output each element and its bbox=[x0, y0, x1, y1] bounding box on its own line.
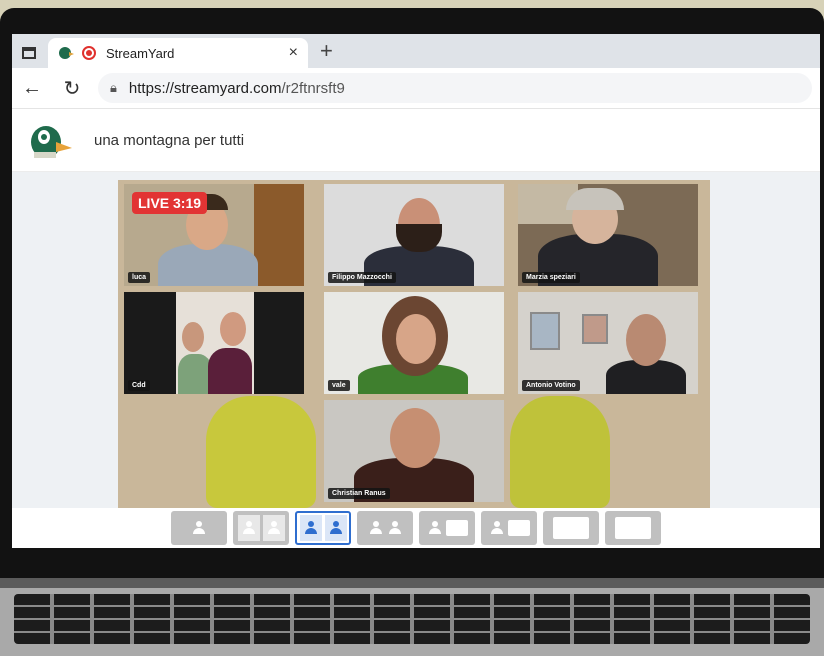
broadcast-title: una montagna per tutti bbox=[94, 131, 245, 149]
lock-icon: 🔒︎ bbox=[110, 80, 117, 95]
url-path: /r2ftnrsft9 bbox=[281, 79, 345, 97]
tab-streamyard[interactable]: StreamYard × bbox=[48, 38, 308, 68]
person-icon bbox=[262, 515, 285, 541]
screen-icon bbox=[445, 520, 468, 536]
laptop-keyboard bbox=[0, 588, 824, 656]
layout-screen-only-button[interactable] bbox=[605, 511, 661, 545]
browser-window: StreamYard × + ← ↻ 🔒︎ https://streamyard… bbox=[12, 34, 820, 548]
duck-favicon-icon bbox=[59, 47, 74, 59]
participant-name: Marzia speziari bbox=[522, 272, 580, 283]
page-header: una montagna per tutti bbox=[12, 109, 820, 172]
person-icon bbox=[489, 520, 505, 536]
layout-group-button[interactable] bbox=[295, 511, 351, 545]
layout-selector bbox=[12, 508, 820, 548]
layout-cropped-button[interactable] bbox=[233, 511, 289, 545]
screen-icon bbox=[507, 520, 530, 536]
background-glove bbox=[206, 396, 316, 508]
layout-solo-button[interactable] bbox=[171, 511, 227, 545]
screen-icon bbox=[615, 517, 651, 539]
participant-tile[interactable]: vale bbox=[324, 292, 504, 394]
streamyard-duck-logo-icon bbox=[31, 126, 72, 158]
person-icon bbox=[324, 515, 347, 541]
participant-tile[interactable]: Antonio Votino bbox=[518, 292, 698, 394]
layout-spotlight-button[interactable] bbox=[419, 511, 475, 545]
participant-name: Filippo Mazzocchi bbox=[328, 272, 396, 283]
url-host: https://streamyard.com bbox=[128, 79, 282, 97]
person-icon bbox=[368, 520, 384, 536]
person-icon bbox=[427, 520, 443, 536]
participant-tile[interactable]: Filippo Mazzocchi bbox=[324, 184, 504, 286]
back-button[interactable]: ← bbox=[12, 77, 52, 100]
person-icon bbox=[387, 520, 403, 536]
layout-group-side-button[interactable] bbox=[357, 511, 413, 545]
participant-tile[interactable]: Christian Ranus bbox=[324, 400, 504, 502]
background-glove bbox=[510, 396, 610, 508]
layout-screen-small-button[interactable] bbox=[543, 511, 599, 545]
address-bar-row: ← ↻ 🔒︎ https://streamyard.com /r2ftnrsft… bbox=[12, 68, 820, 109]
layout-news-button[interactable] bbox=[481, 511, 537, 545]
participant-tile[interactable]: LIVE 3:19 luca bbox=[124, 184, 304, 286]
participant-name: luca bbox=[128, 272, 151, 283]
window-menu-icon[interactable] bbox=[22, 47, 36, 59]
person-icon bbox=[237, 515, 260, 541]
recording-icon bbox=[82, 46, 96, 60]
participant-name: Antonio Votino bbox=[522, 380, 580, 391]
person-icon bbox=[191, 520, 207, 536]
live-badge: LIVE 3:19 bbox=[132, 192, 208, 214]
keyboard-rows bbox=[14, 594, 810, 644]
new-tab-button[interactable]: + bbox=[320, 38, 333, 64]
participant-name: Christian Ranus bbox=[328, 488, 390, 499]
url-input[interactable]: 🔒︎ https://streamyard.com /r2ftnrsft9 bbox=[98, 73, 812, 103]
tab-strip: StreamYard × + bbox=[12, 34, 820, 68]
tab-close-button[interactable]: × bbox=[289, 44, 298, 62]
reload-button[interactable]: ↻ bbox=[52, 76, 92, 101]
screen-icon bbox=[553, 517, 589, 539]
participant-tile[interactable]: Marzia speziari bbox=[518, 184, 698, 286]
tab-title: StreamYard bbox=[106, 45, 175, 61]
participant-name: Cdd bbox=[128, 380, 150, 391]
broadcast-stage: LIVE 3:19 luca Filippo Mazzocchi Marzia … bbox=[118, 180, 710, 508]
person-icon bbox=[299, 515, 322, 541]
participant-name: vale bbox=[328, 380, 350, 391]
participant-tile[interactable]: Cdd bbox=[124, 292, 304, 394]
